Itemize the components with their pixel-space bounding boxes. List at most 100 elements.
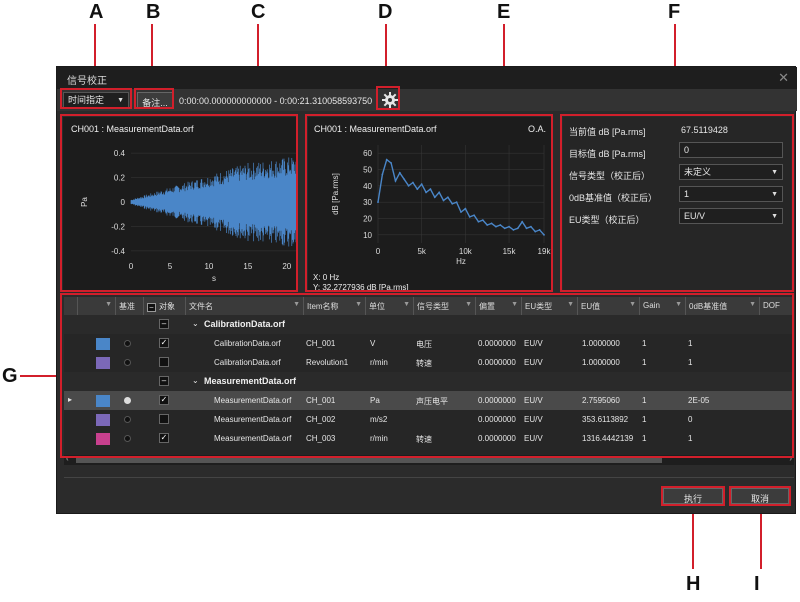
- spectrum-point: [390, 162, 393, 164]
- channel-color-swatch[interactable]: [96, 338, 110, 350]
- grid-header-eutype[interactable]: EU类型 ▼: [522, 297, 578, 315]
- mode-select[interactable]: 时间指定 ▼: [63, 92, 129, 108]
- x-tick-label: 0: [129, 262, 134, 271]
- signal-type-select[interactable]: 未定义 ▼: [679, 164, 783, 180]
- close-icon[interactable]: ✕: [778, 70, 789, 86]
- zero-db-label: 0dB基准值（校正后）: [569, 193, 658, 203]
- eu-type-cell: EU/V: [524, 415, 543, 424]
- target-checkbox[interactable]: ✓: [159, 338, 169, 348]
- table-row[interactable]: ✓ CalibrationData.orf CH_001 V 电压 0.0000000 EU…: [64, 334, 794, 353]
- note-button[interactable]: 备注...: [137, 92, 173, 108]
- signal-type-cell: 电压: [416, 340, 432, 349]
- callout-d: D: [378, 1, 393, 23]
- spectrum-point: [425, 191, 427, 194]
- grid-group-row[interactable]: – ⌄ CalibrationData.orf: [64, 315, 794, 334]
- signal-type-value: 未定义: [684, 167, 712, 177]
- x-tick-label: 19k: [538, 247, 552, 256]
- callout-f: F: [668, 1, 681, 23]
- item-name-cell: CH_003: [306, 434, 336, 443]
- filter-icon[interactable]: ▼: [675, 301, 682, 308]
- file-name-cell: CalibrationData.orf: [214, 358, 281, 367]
- scroll-right-icon[interactable]: ›: [789, 454, 792, 463]
- spectrum-point: [538, 229, 541, 231]
- table-row[interactable]: ✓ MeasurementData.orf CH_003 r/min 转速 0.00000…: [64, 429, 794, 448]
- channel-color-swatch[interactable]: [96, 414, 110, 426]
- reference-radio[interactable]: [124, 340, 131, 347]
- target-checkbox[interactable]: [159, 357, 169, 367]
- file-name-cell: MeasurementData.orf: [214, 396, 292, 405]
- grid-header-eutype-label: EU类型: [525, 302, 553, 311]
- target-checkbox[interactable]: ✓: [159, 433, 169, 443]
- filter-icon[interactable]: ▼: [105, 301, 112, 308]
- file-name-cell: CalibrationData.orf: [214, 339, 281, 348]
- grid-header-eu[interactable]: EU值 ▼: [578, 297, 640, 315]
- settings-gear-button[interactable]: [381, 91, 399, 109]
- item-name-cell: CH_002: [306, 415, 336, 424]
- spectrum-point: [442, 199, 445, 202]
- execute-button[interactable]: 执行: [663, 488, 723, 504]
- spectrum-point: [446, 196, 449, 199]
- filter-icon[interactable]: ▼: [465, 301, 472, 308]
- waveform-chart[interactable]: 0.4 0.2 0 -0.2 -0.4 0 5 10 15 20 Pa s: [63, 139, 297, 289]
- grid-group-row[interactable]: – ⌄ MeasurementData.orf: [64, 372, 794, 391]
- grid-header-signal[interactable]: 信号类型 ▼: [414, 297, 476, 315]
- group-checkbox[interactable]: –: [159, 376, 169, 386]
- filter-icon[interactable]: ▼: [629, 301, 636, 308]
- table-row[interactable]: CalibrationData.orf Revolution1 r/min 转速 0.0…: [64, 353, 794, 372]
- channel-color-swatch[interactable]: [96, 433, 110, 445]
- zero-db-cell: 0: [688, 415, 693, 424]
- eu-type-label: EU类型（校正后）: [569, 215, 645, 225]
- filter-icon[interactable]: ▼: [749, 301, 756, 308]
- grid-header-item[interactable]: Item名称 ▼: [304, 297, 366, 315]
- spectrum-point: [499, 224, 502, 226]
- channel-color-swatch[interactable]: [96, 395, 110, 407]
- filter-icon[interactable]: ▼: [567, 301, 574, 308]
- waveform-signal: [130, 156, 297, 248]
- spectrum-chart[interactable]: 60 50 40 30 20 10 0 5k 10k 15k 19k dB [Pa.rms] Hz: [308, 139, 552, 269]
- target-checkbox[interactable]: [159, 414, 169, 424]
- filter-icon[interactable]: ▼: [403, 301, 410, 308]
- reference-radio[interactable]: [124, 359, 131, 366]
- filter-icon[interactable]: ▼: [355, 301, 362, 308]
- spectrum-point: [481, 219, 484, 222]
- filter-icon[interactable]: ▼: [511, 301, 518, 308]
- grid-header-unit[interactable]: 单位 ▼: [366, 297, 414, 315]
- spectrum-point: [490, 222, 493, 225]
- reference-radio[interactable]: [124, 397, 131, 404]
- grid-header-dof[interactable]: DOF: [760, 297, 794, 315]
- grid-header-zerodb[interactable]: 0dB基准值 ▼: [686, 297, 760, 315]
- reference-radio[interactable]: [124, 416, 131, 423]
- horizontal-scrollbar[interactable]: ‹ ›: [64, 454, 794, 465]
- scroll-left-icon[interactable]: ‹: [66, 454, 69, 463]
- target-checkbox[interactable]: ✓: [159, 395, 169, 405]
- channel-color-swatch[interactable]: [96, 357, 110, 369]
- reference-radio[interactable]: [124, 435, 131, 442]
- spectrum-point: [525, 227, 528, 230]
- expand-chevron-icon[interactable]: ⌄: [192, 319, 199, 328]
- table-row[interactable]: ▸ ✓ MeasurementData.orf CH_001 Pa 声压电平 0.00000…: [64, 391, 794, 410]
- expand-chevron-icon[interactable]: ⌄: [192, 376, 199, 385]
- column-checkbox[interactable]: –: [147, 303, 156, 312]
- callout-h: H: [686, 573, 701, 595]
- grid-header-gain[interactable]: Gain ▼: [640, 297, 686, 315]
- grid-header-gain-label: Gain: [643, 301, 660, 310]
- unit-cell: m/s2: [370, 415, 388, 424]
- file-name-cell: MeasurementData.orf: [214, 415, 292, 424]
- grid-header-target[interactable]: – 对象: [144, 297, 186, 315]
- current-value: 67.5119428: [681, 125, 728, 135]
- grid-header-file[interactable]: 文件名 ▼: [186, 297, 304, 315]
- filter-icon[interactable]: ▼: [293, 301, 300, 308]
- x-tick-label: 0: [376, 247, 381, 256]
- scrollbar-thumb[interactable]: [76, 457, 662, 463]
- chevron-down-icon: ▼: [117, 97, 124, 104]
- group-checkbox[interactable]: –: [159, 319, 169, 329]
- zero-db-select[interactable]: 1 ▼: [679, 186, 783, 202]
- table-row[interactable]: MeasurementData.orf CH_002 m/s2 0.0000000 EU…: [64, 410, 794, 429]
- unit-cell: Pa: [370, 396, 380, 405]
- grid-header-offset[interactable]: 偏置 ▼: [476, 297, 522, 315]
- cancel-button[interactable]: 取消: [731, 488, 789, 504]
- target-value-input[interactable]: 0: [679, 142, 783, 158]
- eu-type-select[interactable]: EU/V ▼: [679, 208, 783, 224]
- grid-header-ref[interactable]: 基准: [116, 297, 144, 315]
- callout-b: B: [146, 1, 161, 23]
